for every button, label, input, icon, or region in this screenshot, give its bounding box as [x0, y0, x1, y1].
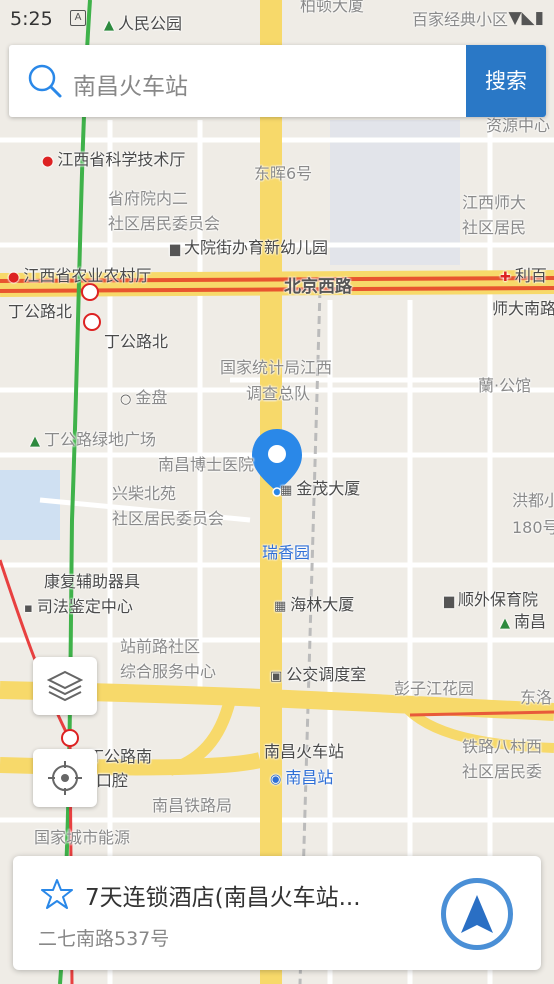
sim-icon: A — [70, 10, 86, 26]
building-icon: ▦ — [274, 599, 287, 614]
map-label: 国家统计局江西 — [220, 358, 333, 377]
poi-circle-icon: ○ — [120, 392, 132, 407]
map-label: ▆ 大院街办育新幼儿园 — [170, 238, 329, 257]
status-icons: ▼◣▮ — [508, 8, 544, 28]
school-icon: ▆ — [444, 594, 454, 609]
map-label: 兴柴北苑 — [112, 484, 177, 503]
map-label: ● 江西省科学技术厅 — [42, 150, 186, 169]
poi-address: 二七南路537号 — [38, 928, 170, 950]
map-label: 社区居民 — [462, 218, 527, 237]
map-label: 江西师大 — [462, 193, 527, 212]
map-label: ▆ 顺外保育院 — [444, 590, 539, 609]
map-label: 社区居民委员会 — [112, 509, 225, 528]
map-label: 丁公路南 — [88, 747, 153, 766]
map-label: 国家城市能源 — [34, 828, 131, 847]
search-icon — [28, 64, 62, 98]
map-label: 东洛 — [520, 688, 553, 707]
hospital-icon: ✚ — [500, 270, 511, 285]
building-icon: ▦ — [280, 483, 293, 498]
map-label: 社区居民委员会 — [108, 214, 221, 233]
map-label: ▦ 金茂大厦 — [280, 479, 361, 498]
map-label: 南昌博士医院 — [158, 455, 255, 474]
map-label: 康复辅助器具 — [44, 572, 141, 591]
map-label: ▲ 丁公路绿地广场 — [30, 430, 157, 449]
poi-card[interactable]: 7天连锁酒店(南昌火车站... 二七南路537号 — [13, 856, 541, 970]
map-label: 南昌火车站 — [264, 742, 345, 761]
map-label: 丁公路北 — [8, 302, 73, 321]
status-bar: 5:25 A ▼◣▮ — [0, 0, 554, 40]
road-label: 北京西路 — [284, 277, 352, 297]
map-label: ▣ 公交调度室 — [270, 665, 367, 684]
map-label: ◉ 南昌站 — [270, 768, 334, 787]
map-label: 口腔 — [96, 771, 129, 790]
map-label: 180号 — [512, 518, 554, 537]
map-label: 资源中心 — [486, 116, 551, 135]
map-label: ● 江西省农业农村厅 — [8, 266, 152, 285]
search-button[interactable]: 搜索 — [466, 45, 546, 117]
map-label: 丁公路北 — [104, 332, 169, 351]
office-icon: ▣ — [270, 669, 283, 684]
crosshair-icon — [48, 761, 82, 795]
park-icon: ▲ — [30, 434, 40, 449]
navigation-arrow-icon — [461, 895, 493, 933]
map-view[interactable]: ▲ 人民公园 柏顿大厦 百家经典小区 资源中心 ● 江西省科学技术厅 东晖6号 省府… — [0, 0, 554, 984]
map-label: 蘭·公馆 — [478, 376, 532, 395]
map-label: 铁路八村西 — [462, 737, 543, 756]
map-label: 站前路社区 — [120, 637, 201, 656]
map-label: ✚ 利百 — [500, 266, 547, 285]
poi-dot-icon: ● — [42, 154, 54, 169]
layers-button[interactable] — [33, 657, 97, 715]
locate-button[interactable] — [33, 749, 97, 807]
map-label: 南昌铁路局 — [152, 796, 233, 815]
map-label: 彭子江花园 — [394, 679, 475, 698]
map-label: 调查总队 — [246, 384, 311, 403]
park-icon: ▲ — [500, 616, 510, 631]
map-label: ▦ 海林大厦 — [274, 595, 355, 614]
poi-title: 7天连锁酒店(南昌火车站... — [85, 885, 361, 911]
map-label: 综合服务中心 — [120, 662, 217, 681]
status-time: 5:25 — [10, 8, 53, 30]
map-label: 师大南路 — [492, 299, 554, 318]
map-label: 社区居民委 — [462, 762, 543, 781]
office-icon: ▪ — [24, 601, 33, 616]
star-icon[interactable] — [41, 878, 73, 910]
poi-dot-icon: ● — [8, 270, 20, 285]
map-label: 瑞香园 — [262, 543, 311, 562]
map-label: 省府院内二 — [108, 189, 189, 208]
search-bar: 南昌火车站 搜索 — [9, 45, 546, 117]
navigate-button[interactable] — [441, 878, 513, 950]
map-label: ○ 金盘 — [120, 388, 168, 407]
map-label: 东晖6号 — [254, 164, 313, 183]
layers-icon — [47, 670, 83, 702]
search-input[interactable]: 南昌火车站 — [73, 67, 188, 101]
map-label: ▪ 司法鉴定中心 — [24, 597, 133, 616]
map-label: 洪都小 — [512, 491, 554, 510]
school-icon: ▆ — [170, 242, 180, 257]
map-label: ▲ 南昌 — [500, 612, 547, 631]
train-station-icon: ◉ — [270, 772, 282, 787]
